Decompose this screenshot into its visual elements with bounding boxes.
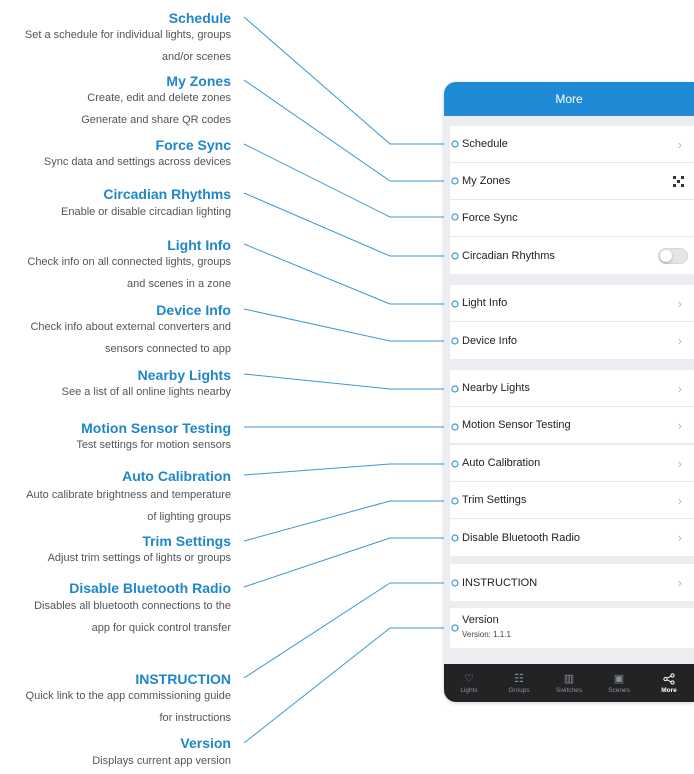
menu-item-label: My Zones xyxy=(462,175,511,187)
circadian-toggle[interactable] xyxy=(658,247,688,264)
chevron-right-icon: › xyxy=(677,530,682,545)
switches-icon: ▥ xyxy=(563,672,575,685)
chevron-right-icon: › xyxy=(677,455,682,471)
header-bar: More xyxy=(444,82,694,116)
tab-switches[interactable]: ▥ Switches xyxy=(544,664,594,702)
chevron-right-icon: › xyxy=(677,492,682,508)
menu-item-trim-settings[interactable]: Trim Settings › xyxy=(450,482,694,519)
lightbulb-icon: ♡ xyxy=(464,672,474,685)
menu-item-instruction[interactable]: INSTRUCTION › xyxy=(450,564,694,601)
bottom-tab-bar: ♡ Lights ☷ Groups ▥ Switches ▣ Scenes Mo… xyxy=(444,664,694,702)
menu-item-force-sync[interactable]: Force Sync xyxy=(450,200,694,237)
menu-item-device-info[interactable]: Device Info › xyxy=(450,322,694,359)
menu-item-version: Version Version: 1.1.1 xyxy=(450,608,694,648)
chevron-right-icon: › xyxy=(677,295,682,311)
menu-item-light-info[interactable]: Light Info › xyxy=(450,285,694,322)
menu-item-label: Circadian Rhythms xyxy=(462,249,555,262)
menu-item-label: Schedule xyxy=(462,138,508,150)
menu-item-label: Auto Calibration xyxy=(462,457,541,469)
menu-item-disable-bluetooth-radio[interactable]: Disable Bluetooth Radio › xyxy=(450,519,694,556)
share-nodes-icon xyxy=(663,672,675,687)
chevron-right-icon: › xyxy=(677,380,682,396)
menu-item-label: Force Sync xyxy=(462,212,518,224)
chevron-right-icon: › xyxy=(677,333,682,348)
tab-label: Groups xyxy=(508,686,530,694)
tab-more[interactable]: More xyxy=(644,664,694,702)
menu-item-label: Light Info xyxy=(462,297,508,309)
header-title: More xyxy=(555,92,583,106)
tab-groups[interactable]: ☷ Groups xyxy=(494,664,544,702)
qr-code-icon[interactable] xyxy=(672,175,684,187)
chevron-right-icon: › xyxy=(677,575,682,590)
menu-item-label: Version xyxy=(462,614,499,626)
version-number: Version: 1.1.1 xyxy=(462,630,511,639)
scenes-icon: ▣ xyxy=(613,672,625,685)
menu-item-label: Motion Sensor Testing xyxy=(462,419,571,431)
chevron-right-icon: › xyxy=(677,417,682,433)
phone-screen: More Schedule › My Zones Force Sync Circ… xyxy=(444,82,694,702)
menu-item-my-zones[interactable]: My Zones xyxy=(450,163,694,200)
menu-item-motion-sensor-testing[interactable]: Motion Sensor Testing › xyxy=(450,407,694,444)
groups-icon: ☷ xyxy=(514,672,524,685)
tab-label: Switches xyxy=(555,686,582,694)
menu-item-label: Device Info xyxy=(462,334,518,347)
menu-item-schedule[interactable]: Schedule › xyxy=(450,126,694,163)
tab-scenes[interactable]: ▣ Scenes xyxy=(594,664,644,702)
tab-label: More xyxy=(661,686,677,694)
menu-item-label: Trim Settings xyxy=(462,494,527,506)
menu-item-auto-calibration[interactable]: Auto Calibration › xyxy=(450,445,694,482)
tab-label: Lights xyxy=(460,686,478,694)
tab-lights[interactable]: ♡ Lights xyxy=(444,664,494,702)
menu-item-label: INSTRUCTION xyxy=(462,576,538,589)
menu-item-label: Disable Bluetooth Radio xyxy=(462,531,581,544)
chevron-right-icon: › xyxy=(677,136,682,152)
menu-item-nearby-lights[interactable]: Nearby Lights › xyxy=(450,370,694,407)
menu-item-label: Nearby Lights xyxy=(462,382,530,394)
menu-item-circadian-rhythms: Circadian Rhythms xyxy=(450,237,694,274)
tab-label: Scenes xyxy=(608,686,630,694)
